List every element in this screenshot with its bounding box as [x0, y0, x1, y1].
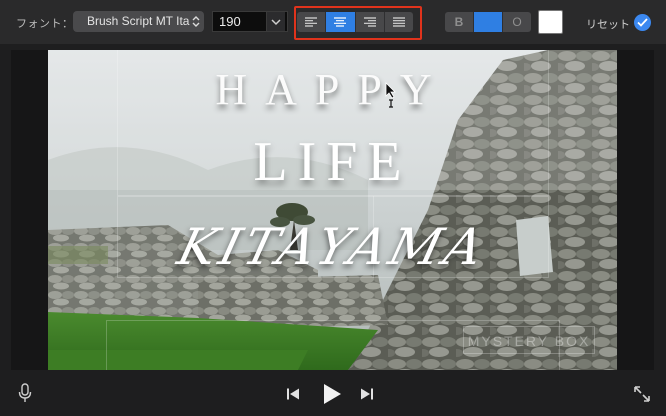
font-family-popup[interactable]: Brush Script MT Ita: [73, 11, 204, 32]
align-justify-icon: [392, 17, 405, 27]
bold-button[interactable]: B: [445, 12, 474, 32]
align-right-button[interactable]: [356, 12, 385, 32]
video-viewer: HAPPY LIFE KITAYAMA MYSTERY BOX: [11, 50, 654, 370]
align-left-icon: [305, 17, 318, 27]
text-style-segmented-control: B I O: [445, 12, 531, 32]
play-icon[interactable]: [320, 382, 344, 406]
transport-bar: [0, 372, 666, 416]
skip-forward-icon[interactable]: [358, 385, 376, 403]
font-size-value: 190: [219, 14, 241, 29]
text-color-well[interactable]: [538, 10, 563, 34]
font-label: フォント：: [16, 18, 74, 30]
chevron-down-icon[interactable]: [266, 12, 285, 31]
italic-button[interactable]: I: [474, 12, 503, 32]
align-center-icon: [334, 17, 347, 27]
video-frame[interactable]: HAPPY LIFE KITAYAMA MYSTERY BOX: [48, 50, 617, 370]
microphone-icon[interactable]: [16, 382, 34, 404]
reset-label[interactable]: リセット: [586, 16, 630, 32]
apply-checkmark-button[interactable]: [634, 14, 651, 31]
skip-back-icon[interactable]: [284, 385, 302, 403]
outline-button[interactable]: O: [503, 12, 531, 32]
watermark-text: MYSTERY BOX: [463, 326, 595, 354]
alignment-segmented-control: [297, 12, 413, 32]
text-cursor-icon: [384, 82, 398, 113]
title-line-kitayama[interactable]: KITAYAMA: [48, 218, 617, 276]
title-toolbar: フォント： Brush Script MT Ita 190 B I O リセット: [0, 0, 666, 44]
font-size-combo[interactable]: 190: [212, 11, 288, 32]
align-left-button[interactable]: [297, 12, 327, 32]
font-family-value: Brush Script MT Ita: [87, 14, 190, 28]
align-right-icon: [363, 17, 376, 27]
fullscreen-icon[interactable]: [632, 384, 652, 404]
title-line-happy[interactable]: HAPPY: [48, 64, 617, 115]
popup-arrows-icon: [191, 14, 201, 29]
align-center-button[interactable]: [326, 12, 356, 32]
title-line-life[interactable]: LIFE: [48, 130, 617, 194]
align-justify-button[interactable]: [385, 12, 413, 32]
checkmark-icon: [637, 18, 648, 27]
